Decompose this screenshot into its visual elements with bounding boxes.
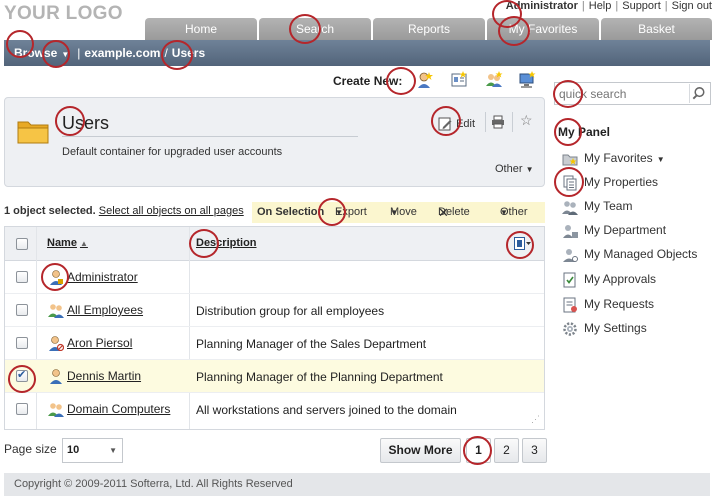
new-group-icon[interactable] (485, 71, 503, 89)
my-panel-title: My Panel (558, 125, 611, 139)
breadcrumb: Browse ▼ | example.com / Users (4, 40, 710, 66)
tab-reports[interactable]: Reports (373, 18, 485, 40)
logo: YOUR LOGO (4, 3, 123, 24)
top-links: Administrator | Help | Support | Sign out (505, 0, 712, 12)
row-checkbox[interactable] (16, 271, 28, 283)
page-3-button[interactable]: 3 (522, 438, 547, 463)
chevron-down-icon[interactable]: ▼ (57, 50, 73, 59)
user-icon (50, 369, 62, 384)
help-link[interactable]: Help (589, 0, 612, 12)
page-2-button[interactable]: 2 (494, 438, 519, 463)
browse-menu[interactable]: Browse (14, 46, 57, 60)
my-settings-link[interactable]: My Settings (562, 321, 647, 337)
row-checkbox[interactable] (16, 368, 28, 382)
row-name-link[interactable]: Administrator (67, 270, 138, 284)
column-description[interactable]: Description (196, 237, 257, 249)
row-checkbox[interactable] (16, 337, 28, 349)
new-contact-icon[interactable] (450, 71, 468, 89)
row-description: All workstations and servers joined to t… (196, 403, 457, 417)
page-size-label: Page size (4, 442, 57, 456)
page-1-button[interactable]: 1 (466, 438, 491, 463)
quick-search-input[interactable] (555, 83, 687, 104)
signout-link[interactable]: Sign out (672, 0, 712, 12)
new-user-icon[interactable] (416, 71, 434, 89)
row-name-link[interactable]: Dennis Martin (67, 369, 141, 383)
resize-grip-icon[interactable]: ⋰ (531, 414, 540, 425)
print-icon[interactable] (491, 115, 505, 129)
container-other-menu[interactable]: Other ▼ (495, 163, 534, 175)
row-description: Distribution group for all employees (196, 304, 385, 318)
search-icon[interactable] (689, 84, 708, 103)
current-user-link[interactable]: Administrator (506, 0, 578, 12)
row-name-link[interactable]: All Employees (67, 303, 143, 317)
select-all-link[interactable]: Select all objects on all pages (99, 205, 244, 217)
on-selection-label: On Selection (257, 206, 325, 218)
table-header: Name ▲ Description (5, 227, 544, 261)
page-size-select[interactable]: 10 ▼ (62, 438, 123, 463)
table-row[interactable]: Aron Piersol Planning Manager of the Sal… (5, 327, 544, 360)
managed-objects-icon (563, 249, 578, 262)
row-description: Planning Manager of the Planning Departm… (196, 370, 443, 384)
row-description: Planning Manager of the Sales Department (196, 337, 427, 351)
table-row[interactable]: All Employees Distribution group for all… (5, 294, 544, 327)
my-approvals-link[interactable]: My Approvals (562, 272, 656, 288)
tab-my-favorites[interactable]: My Favorites (487, 18, 599, 40)
create-new-label: Create New: (333, 74, 403, 88)
team-icon (562, 201, 578, 215)
support-link[interactable]: Support (622, 0, 661, 12)
chevron-down-icon: ▼ (109, 446, 117, 455)
selection-action-bar: On Selection Export ▼ Move ▼ ✕ Delete Ot… (252, 202, 545, 223)
my-department-link[interactable]: My Department (562, 223, 666, 239)
table-row[interactable]: Dennis Martin Planning Manager of the Pl… (5, 360, 544, 393)
group-icon (48, 304, 64, 318)
gear-icon (563, 322, 577, 336)
favorites-folder-icon (562, 154, 578, 166)
department-icon (563, 225, 578, 238)
row-name-link[interactable]: Domain Computers (67, 402, 170, 416)
my-properties-link[interactable]: My Properties (562, 175, 658, 191)
breadcrumb-current: Users (171, 46, 206, 60)
footer-copyright: Copyright © 2009-2011 Softerra, Ltd. All… (4, 473, 710, 496)
my-team-link[interactable]: My Team (562, 199, 632, 215)
breadcrumb-domain[interactable]: example.com (84, 46, 160, 60)
column-name[interactable]: Name ▲ (47, 237, 88, 249)
edit-label: Edit (456, 117, 476, 130)
user-admin-icon (50, 270, 63, 285)
approvals-icon (563, 272, 576, 288)
selection-summary: 1 object selected. Select all objects on… (4, 205, 244, 217)
user-disabled-icon (49, 336, 64, 351)
column-chooser-icon[interactable] (514, 237, 532, 251)
edit-button[interactable]: Edit (437, 116, 475, 132)
tab-basket[interactable]: Basket (601, 18, 712, 40)
container-description: Default container for upgraded user acco… (62, 146, 283, 158)
folder-icon (17, 121, 49, 144)
my-managed-objects-link[interactable]: My Managed Objects (562, 247, 697, 263)
row-checkbox[interactable] (16, 403, 28, 415)
show-more-button[interactable]: Show More (380, 438, 461, 463)
objects-table: Name ▲ Description Administrator All Empl… (4, 226, 545, 430)
tab-search[interactable]: Search (259, 18, 371, 40)
group-icon (48, 403, 64, 417)
tab-home[interactable]: Home (145, 18, 257, 40)
table-row[interactable]: Domain Computers All workstations and se… (5, 393, 544, 426)
star-icon[interactable]: ☆ (520, 112, 533, 129)
row-name-link[interactable]: Aron Piersol (67, 336, 132, 350)
quick-search (554, 82, 711, 105)
requests-icon (563, 297, 577, 313)
page-title: Users (62, 113, 358, 137)
select-all-checkbox[interactable] (16, 238, 28, 250)
row-checkbox[interactable] (16, 304, 28, 316)
properties-icon (563, 175, 577, 191)
my-favorites-link[interactable]: My Favorites ▼ (562, 151, 665, 167)
my-requests-link[interactable]: My Requests (562, 297, 654, 313)
edit-icon (438, 117, 452, 131)
table-row[interactable]: Administrator (5, 261, 544, 294)
container-header: Users Default container for upgraded use… (4, 97, 545, 187)
new-computer-icon[interactable] (518, 71, 536, 89)
